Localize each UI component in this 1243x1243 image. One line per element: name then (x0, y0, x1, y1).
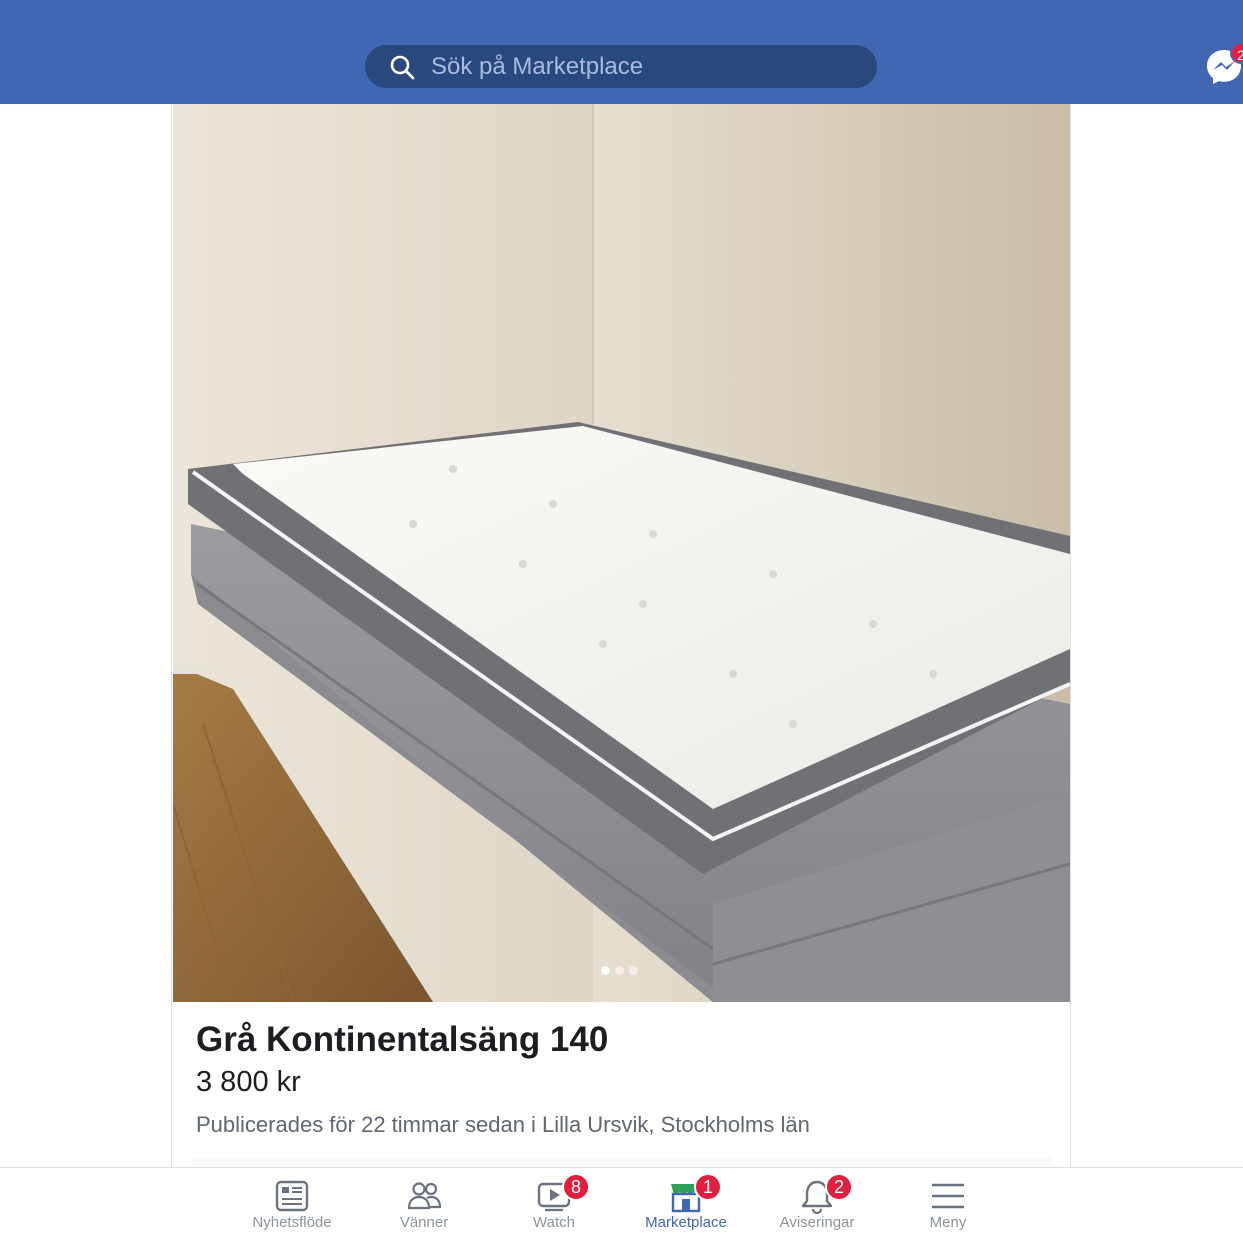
marketplace-badge: 1 (694, 1173, 722, 1201)
listing-photo[interactable] (173, 104, 1070, 1002)
nav-label: Aviseringar (779, 1214, 855, 1231)
search-input[interactable] (431, 45, 861, 88)
nav-menu[interactable]: Meny (883, 1168, 1013, 1243)
nav-notifications[interactable]: 2 Aviseringar (752, 1168, 882, 1243)
nav-label: Marketplace (645, 1214, 727, 1231)
photo-dot-2[interactable] (615, 966, 624, 975)
listing-posted-info: Publicerades för 22 timmar sedan i Lilla… (196, 1112, 810, 1137)
photo-dot-1[interactable] (601, 966, 610, 975)
messenger-button[interactable]: 2 (1205, 42, 1243, 86)
watch-badge: 8 (562, 1173, 590, 1201)
nav-watch[interactable]: 8 Watch (489, 1168, 619, 1243)
listing-title: Grå Kontinentalsäng 140 (196, 1020, 609, 1059)
bed-photo-illustration (173, 104, 1070, 1002)
news-feed-icon (275, 1180, 309, 1212)
notifications-badge: 2 (825, 1173, 853, 1201)
bottom-nav: Nyhetsflöde Vänner 8 Watch 1 Marketplace (0, 1167, 1243, 1242)
nav-label: Vänner (399, 1214, 449, 1231)
top-bar: 2 (0, 0, 1243, 104)
nav-friends[interactable]: Vänner (359, 1168, 489, 1243)
nav-marketplace[interactable]: 1 Marketplace (621, 1168, 751, 1243)
search-icon (390, 55, 415, 80)
menu-icon (932, 1183, 964, 1209)
nav-news-feed[interactable]: Nyhetsflöde (227, 1168, 357, 1243)
listing-card[interactable]: Grå Kontinentalsäng 140 3 800 kr Publice… (171, 104, 1071, 1168)
listing-price: 3 800 kr (196, 1066, 301, 1098)
nav-label: Watch (533, 1214, 575, 1231)
photo-dot-3[interactable] (629, 966, 638, 975)
nav-label: Meny (929, 1214, 967, 1231)
photo-pagination (601, 966, 638, 975)
search-bar[interactable] (365, 45, 877, 88)
friends-icon (407, 1182, 442, 1210)
nav-label: Nyhetsflöde (252, 1214, 332, 1231)
